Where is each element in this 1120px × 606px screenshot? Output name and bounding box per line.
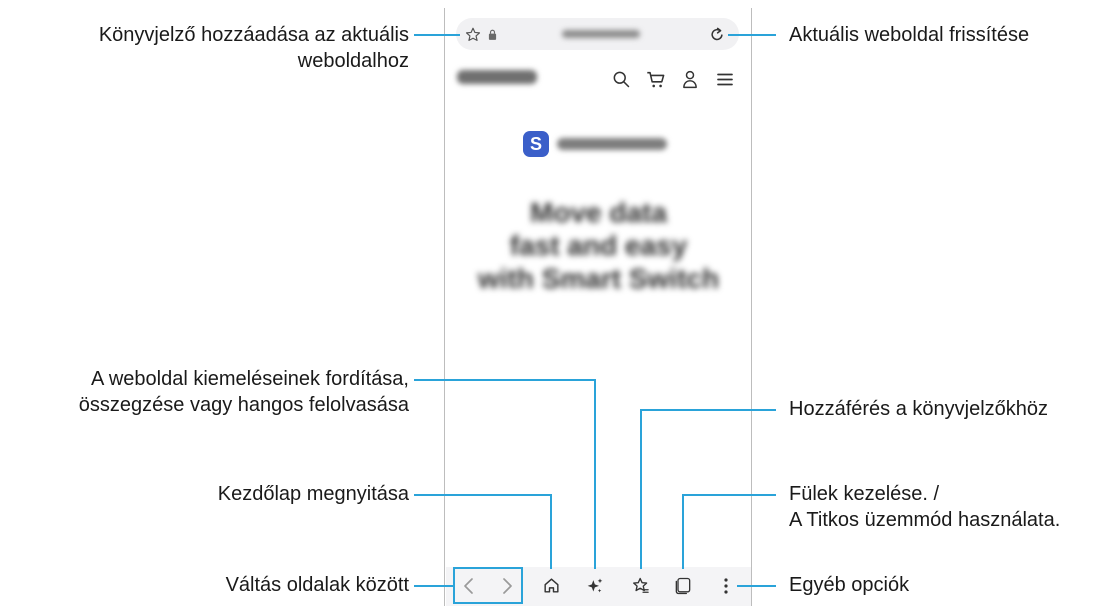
leader-translate-v bbox=[594, 379, 596, 569]
app-name bbox=[557, 138, 667, 150]
callout-bookmark-add: Könyvjelző hozzáadása az aktuális webold… bbox=[99, 22, 409, 74]
home-icon[interactable] bbox=[542, 576, 561, 595]
lock-icon bbox=[488, 29, 497, 40]
callout-navigate: Váltás oldalak között bbox=[225, 574, 409, 596]
callout-bookmarks-access: Hozzáférés a könyvjelzőkhöz bbox=[789, 398, 1049, 420]
leader-translate-h bbox=[414, 379, 596, 381]
hamburger-icon[interactable] bbox=[716, 71, 734, 88]
star-list-icon[interactable] bbox=[631, 576, 651, 596]
chevron-left-icon[interactable] bbox=[459, 575, 479, 597]
leader-home-v bbox=[550, 494, 552, 569]
star-outline-icon[interactable] bbox=[464, 26, 482, 44]
person-icon[interactable] bbox=[681, 69, 699, 90]
refresh-icon[interactable] bbox=[708, 25, 726, 43]
url-text[interactable] bbox=[562, 30, 640, 38]
kebab-icon[interactable] bbox=[722, 576, 730, 596]
leader-tabs-v bbox=[682, 494, 684, 569]
headline-line-3: with Smart Switch bbox=[477, 263, 720, 294]
callout-tabs: Fülek kezelése. / A Titkos üzemmód haszn… bbox=[789, 481, 1060, 533]
callout-tabs-line-1: Fülek kezelése. / bbox=[789, 483, 940, 505]
site-logo[interactable] bbox=[457, 70, 537, 84]
search-icon[interactable] bbox=[611, 69, 631, 89]
callout-tabs-line-2: A Titkos üzemmód használata. bbox=[789, 509, 1061, 531]
leader-bookmarks-v bbox=[640, 409, 642, 569]
callout-bookmark-add-line-1: Könyvjelző hozzáadása az aktuális bbox=[98, 24, 409, 46]
browser-screen bbox=[444, 8, 752, 606]
hero-headline: Move data fast and easy with Smart Switc… bbox=[446, 196, 751, 295]
leader-home-h bbox=[414, 494, 552, 496]
cart-icon[interactable] bbox=[645, 69, 667, 91]
leader-refresh bbox=[728, 34, 776, 36]
leader-bookmark-add bbox=[414, 34, 460, 36]
callout-home: Kezdőlap megnyitása bbox=[217, 483, 409, 505]
callout-bookmark-add-line-2: weboldalhoz bbox=[297, 50, 409, 72]
leader-more bbox=[737, 585, 776, 587]
callout-translate: A weboldal kiemeléseinek fordítása, össz… bbox=[79, 366, 409, 418]
tabs-icon[interactable] bbox=[673, 576, 693, 596]
leader-tabs-h bbox=[682, 494, 776, 496]
sparkle-icon[interactable] bbox=[585, 576, 605, 596]
headline-line-2: fast and easy bbox=[509, 230, 688, 261]
callout-refresh: Aktuális weboldal frissítése bbox=[789, 24, 1030, 46]
callout-translate-line-1: A weboldal kiemeléseinek fordítása, bbox=[91, 368, 409, 390]
headline-line-1: Move data bbox=[530, 197, 667, 228]
leader-navigate bbox=[414, 585, 454, 587]
leader-bookmarks-h bbox=[640, 409, 776, 411]
app-logo: S bbox=[523, 131, 549, 157]
callout-more: Egyéb opciók bbox=[789, 574, 910, 596]
callout-translate-line-2: összegzése vagy hangos felolvasása bbox=[78, 394, 409, 416]
chevron-right-icon[interactable] bbox=[497, 575, 517, 597]
